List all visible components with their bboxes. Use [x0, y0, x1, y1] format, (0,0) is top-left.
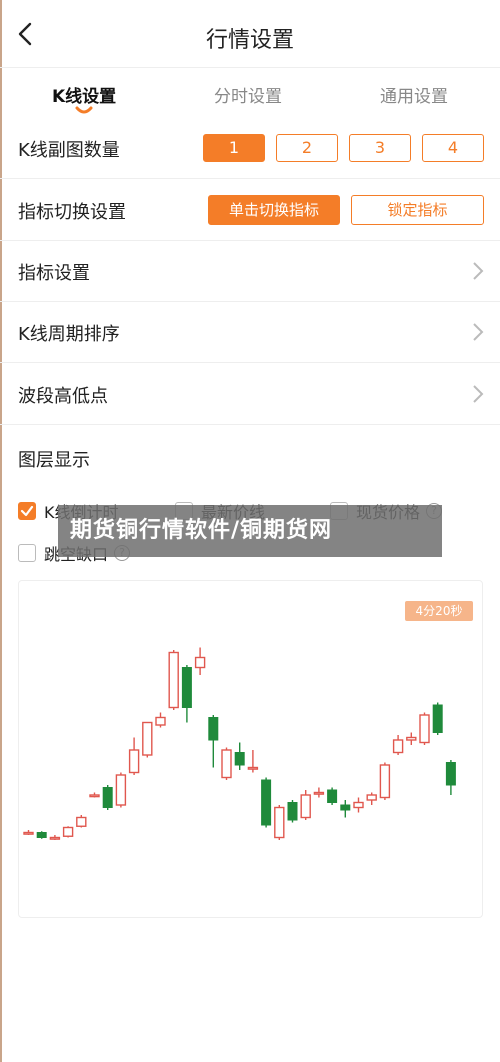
candlestick	[89, 792, 100, 798]
candlestick	[102, 785, 113, 810]
candle-body	[128, 749, 140, 774]
candle-body	[155, 716, 166, 726]
subchart-count-4-button[interactable]: 4	[422, 134, 484, 162]
tab-general-settings[interactable]: 通用设置	[380, 82, 448, 107]
candle-body	[327, 789, 338, 803]
candlestick	[327, 787, 338, 805]
candlestick	[274, 805, 285, 840]
kline-preview-chart	[23, 647, 456, 840]
lock-indicator-button[interactable]: 锁定指标	[351, 195, 484, 225]
candlestick	[36, 831, 47, 839]
candle-body	[49, 836, 61, 840]
candlestick	[115, 772, 127, 808]
candle-body	[102, 787, 113, 808]
candle-body	[168, 651, 179, 709]
candlestick	[247, 750, 259, 773]
chevron-right-icon	[473, 323, 484, 341]
candle-body	[36, 832, 47, 838]
row-wave-high-low[interactable]: 波段高低点	[0, 364, 500, 425]
tab-bar: K线设置 分时设置 通用设置	[0, 68, 500, 122]
wave-high-low-label: 波段高低点	[18, 386, 108, 407]
candlestick	[366, 792, 377, 805]
subchart-count-3-button[interactable]: 3	[349, 134, 411, 162]
candle-body	[234, 752, 245, 766]
subchart-count-label: K线副图数量	[18, 140, 120, 161]
candle-body	[287, 802, 298, 821]
candle-body	[89, 794, 100, 798]
candlestick	[76, 815, 87, 828]
candle-body	[340, 804, 351, 811]
candlestick	[128, 737, 140, 775]
candlestick	[23, 830, 34, 835]
tab-timeshare-settings[interactable]: 分时设置	[214, 82, 282, 107]
candlestick	[261, 777, 272, 828]
candle-body	[23, 831, 34, 835]
candlestick	[62, 826, 74, 838]
candlestick	[300, 790, 311, 820]
indicator-settings-label: 指标设置	[18, 263, 90, 284]
candle-body	[247, 766, 259, 770]
candle-body	[221, 749, 232, 779]
candlestick	[168, 650, 179, 710]
candle-body	[300, 794, 311, 819]
chevron-right-icon	[473, 385, 484, 403]
candlestick	[234, 742, 245, 770]
candlestick	[49, 835, 61, 840]
click-switch-indicator-button[interactable]: 单击切换指标	[208, 195, 340, 225]
subchart-count-2-button[interactable]: 2	[276, 134, 338, 162]
row-indicator-settings[interactable]: 指标设置	[0, 241, 500, 302]
candlestick	[287, 800, 298, 823]
candle-body	[392, 739, 404, 754]
candlestick	[432, 702, 443, 735]
candle-body	[379, 764, 391, 799]
candle-body	[194, 656, 206, 669]
layer-display-title: 图层显示	[18, 450, 90, 471]
candle-body	[142, 721, 153, 756]
subchart-count-1-button[interactable]: 1	[203, 134, 265, 162]
candle-body	[76, 816, 87, 827]
candle-body	[261, 779, 272, 826]
candlestick	[208, 715, 219, 768]
indicator-switch-label: 指标切换设置	[18, 202, 126, 223]
chevron-right-icon	[473, 262, 484, 280]
candle-body	[445, 762, 456, 786]
candlestick	[445, 760, 456, 795]
candle-body	[181, 667, 192, 708]
active-tab-indicator	[75, 106, 93, 114]
countdown-badge: 4分20秒	[405, 601, 473, 621]
kline-period-sort-label: K线周期排序	[18, 324, 120, 345]
candlestick	[379, 762, 391, 800]
candle-body	[313, 791, 325, 795]
candlestick	[392, 735, 404, 755]
candle-body	[366, 794, 377, 801]
row-kline-period-sort[interactable]: K线周期排序	[0, 302, 500, 363]
candle-body	[353, 801, 364, 809]
candle-body	[406, 736, 417, 741]
candlestick	[181, 665, 192, 723]
tab-kline-settings[interactable]: K线设置	[52, 82, 116, 107]
checkbox-checked-icon	[18, 502, 36, 520]
candlestick	[406, 732, 417, 745]
page-title: 行情设置	[205, 28, 294, 53]
candlestick	[313, 787, 325, 798]
watermark-banner: 期货铜行情软件/铜期货网	[58, 505, 442, 557]
candlestick	[221, 747, 232, 780]
checkbox-empty-icon	[18, 544, 36, 562]
candlestick	[155, 712, 166, 728]
candle-body	[274, 806, 285, 839]
candlestick	[340, 800, 351, 818]
candle-body	[419, 714, 430, 744]
candlestick	[142, 721, 153, 758]
candle-body	[115, 774, 127, 806]
candle-body	[62, 826, 74, 837]
candle-body	[208, 717, 219, 741]
header: 行情设置	[0, 0, 500, 68]
candlestick	[194, 647, 206, 675]
candlestick	[419, 712, 430, 745]
candle-body	[432, 704, 443, 733]
candlestick	[353, 797, 364, 813]
